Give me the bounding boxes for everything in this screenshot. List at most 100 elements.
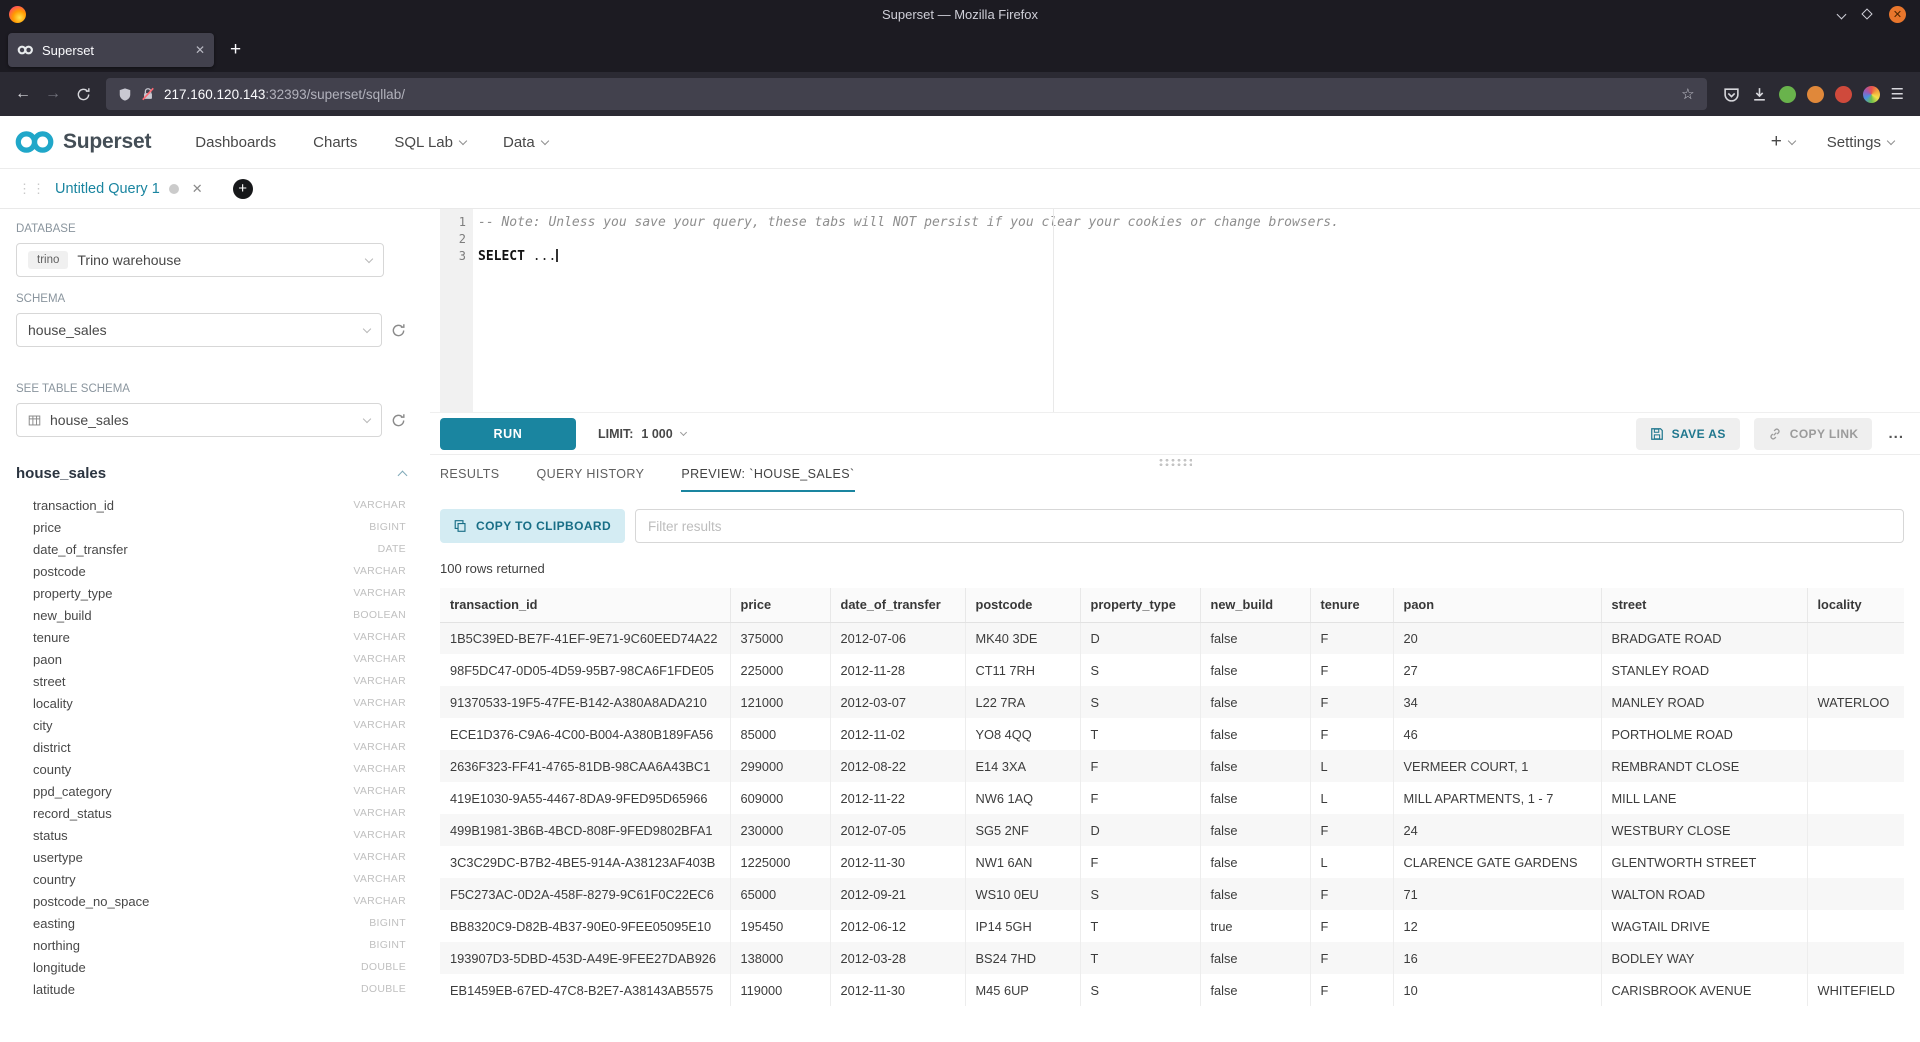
back-button[interactable]: ← — [8, 79, 38, 109]
save-as-button[interactable]: SAVE AS — [1636, 418, 1740, 450]
nav-item-sql-lab[interactable]: SQL Lab — [394, 134, 466, 151]
filter-results-input[interactable] — [635, 509, 1904, 543]
column-name: usertype — [33, 850, 83, 865]
downloads-icon[interactable] — [1751, 86, 1768, 103]
table-cell: 609000 — [730, 782, 830, 814]
table-cell: 91370533-19F5-47FE-B142-A380A8ADA210 — [440, 686, 730, 718]
results-actions: COPY TO CLIPBOARD — [440, 509, 1904, 543]
table-cell: false — [1200, 782, 1310, 814]
table-row: 98F5DC47-0D05-4D59-95B7-98CA6F1FDE052250… — [440, 654, 1904, 686]
column-header[interactable]: tenure — [1310, 588, 1393, 622]
bookmark-star-icon[interactable]: ☆ — [1681, 85, 1694, 103]
extension-icon-3[interactable] — [1835, 86, 1852, 103]
query-tab-active[interactable]: ⋮⋮ Untitled Query 1 ✕ — [18, 181, 203, 197]
table-schema-header[interactable]: house_sales — [16, 465, 406, 482]
browser-tab[interactable]: Superset ✕ — [8, 33, 214, 67]
schema-select[interactable]: house_sales — [16, 313, 382, 347]
refresh-icon — [391, 323, 406, 338]
editor-gutter: 1 2 3 — [440, 209, 473, 412]
results-tab[interactable]: PREVIEW: `HOUSE_SALES` — [681, 467, 854, 492]
extension-icon-2[interactable] — [1807, 86, 1824, 103]
tracking-shield-icon[interactable] — [118, 87, 132, 102]
forward-button[interactable]: → — [38, 79, 68, 109]
nav-item-charts[interactable]: Charts — [313, 134, 357, 151]
schema-column-row: districtVARCHAR — [16, 736, 406, 758]
column-name: date_of_transfer — [33, 542, 128, 557]
copy-link-button[interactable]: COPY LINK — [1754, 418, 1873, 450]
tab-close-icon[interactable]: ✕ — [195, 43, 205, 57]
column-name: paon — [33, 652, 62, 667]
schema-column-row: tenureVARCHAR — [16, 626, 406, 648]
table-cell: REMBRANDT CLOSE — [1601, 750, 1807, 782]
schema-column-row: record_statusVARCHAR — [16, 802, 406, 824]
table-cell — [1807, 814, 1904, 846]
sql-editor[interactable]: 1 2 3 -- Note: Unless you save your quer… — [430, 209, 1920, 413]
database-select[interactable]: trino Trino warehouse — [16, 243, 384, 277]
column-header[interactable]: date_of_transfer — [830, 588, 965, 622]
schema-label: SCHEMA — [16, 293, 406, 305]
insecure-lock-icon[interactable] — [141, 87, 155, 101]
url-bar[interactable]: 217.160.120.143:32393/superset/sqllab/ ☆ — [106, 78, 1707, 110]
query-tab-close-icon[interactable]: ✕ — [192, 181, 203, 197]
column-header[interactable]: transaction_id — [440, 588, 730, 622]
pocket-icon[interactable] — [1723, 86, 1740, 103]
results-tab[interactable]: RESULTS — [440, 467, 500, 492]
table-cell: F5C273AC-0D2A-458F-8279-9C61F0C22EC6 — [440, 878, 730, 910]
run-button[interactable]: RUN — [440, 418, 576, 450]
extension-icon-4[interactable] — [1863, 86, 1880, 103]
sqllab-sidebar: DATABASE trino Trino warehouse SCHEMA ho… — [0, 209, 430, 1042]
column-header[interactable]: postcode — [965, 588, 1080, 622]
table-cell: F — [1310, 622, 1393, 654]
window-close-button[interactable]: ✕ — [1889, 6, 1906, 23]
collapse-chevron-up-icon[interactable] — [398, 471, 408, 481]
table-cell: VERMEER COURT, 1 — [1393, 750, 1601, 782]
window-minimize-button[interactable] — [1838, 5, 1845, 23]
nav-item-data[interactable]: Data — [503, 134, 548, 151]
nav-item-dashboards[interactable]: Dashboards — [195, 134, 276, 151]
superset-brand[interactable]: Superset — [14, 129, 151, 155]
column-header[interactable]: price — [730, 588, 830, 622]
results-tabs: RESULTS QUERY HISTORY PREVIEW: `HOUSE_SALE… — [440, 467, 1904, 492]
more-options-button[interactable]: ... — [1888, 425, 1904, 442]
table-cell: M45 6UP — [965, 974, 1080, 1006]
table-cell: 2012-11-30 — [830, 974, 965, 1006]
database-label: DATABASE — [16, 223, 406, 235]
add-new-button[interactable]: + — [1771, 131, 1795, 153]
schema-column-row: ppd_categoryVARCHAR — [16, 780, 406, 802]
refresh-table-button[interactable] — [391, 413, 406, 428]
hamburger-menu-button[interactable]: ☰ — [1891, 85, 1904, 103]
column-name: longitude — [33, 960, 86, 975]
new-tab-button[interactable]: + — [230, 39, 241, 61]
reload-button[interactable] — [68, 79, 98, 109]
schema-column-row: countyVARCHAR — [16, 758, 406, 780]
refresh-schema-button[interactable] — [391, 323, 406, 338]
column-header[interactable]: property_type — [1080, 588, 1200, 622]
column-header[interactable]: street — [1601, 588, 1807, 622]
pane-resize-handle[interactable] — [1158, 458, 1192, 466]
query-tab-label[interactable]: Untitled Query 1 — [55, 181, 160, 197]
url-text[interactable]: 217.160.120.143:32393/superset/sqllab/ — [164, 87, 405, 102]
table-select[interactable]: house_sales — [16, 403, 382, 437]
column-header[interactable]: locality — [1807, 588, 1904, 622]
table-cell: 2012-07-06 — [830, 622, 965, 654]
table-cell: F — [1310, 878, 1393, 910]
table-cell: 12 — [1393, 910, 1601, 942]
limit-dropdown[interactable]: LIMIT: 1 000 — [598, 427, 686, 441]
settings-menu[interactable]: Settings — [1827, 134, 1894, 151]
table-cell: F — [1080, 750, 1200, 782]
column-header[interactable]: paon — [1393, 588, 1601, 622]
drag-handle-icon[interactable]: ⋮⋮ — [18, 181, 46, 197]
table-cell: L22 7RA — [965, 686, 1080, 718]
editor-code[interactable]: -- Note: Unless you save your query, the… — [473, 209, 1920, 412]
browser-tab-bar: Superset ✕ + — [0, 28, 1920, 72]
results-tab[interactable]: QUERY HISTORY — [537, 467, 645, 492]
add-query-tab-button[interactable]: + — [233, 179, 253, 199]
table-cell — [1807, 750, 1904, 782]
table-cell: T — [1080, 942, 1200, 974]
column-type: VARCHAR — [353, 653, 406, 665]
column-header[interactable]: new_build — [1200, 588, 1310, 622]
extension-icon-1[interactable] — [1779, 86, 1796, 103]
copy-to-clipboard-button[interactable]: COPY TO CLIPBOARD — [440, 509, 625, 543]
window-maximize-button[interactable] — [1863, 5, 1871, 23]
table-cell: 499B1981-3B6B-4BCD-808F-9FED9802BFA1 — [440, 814, 730, 846]
